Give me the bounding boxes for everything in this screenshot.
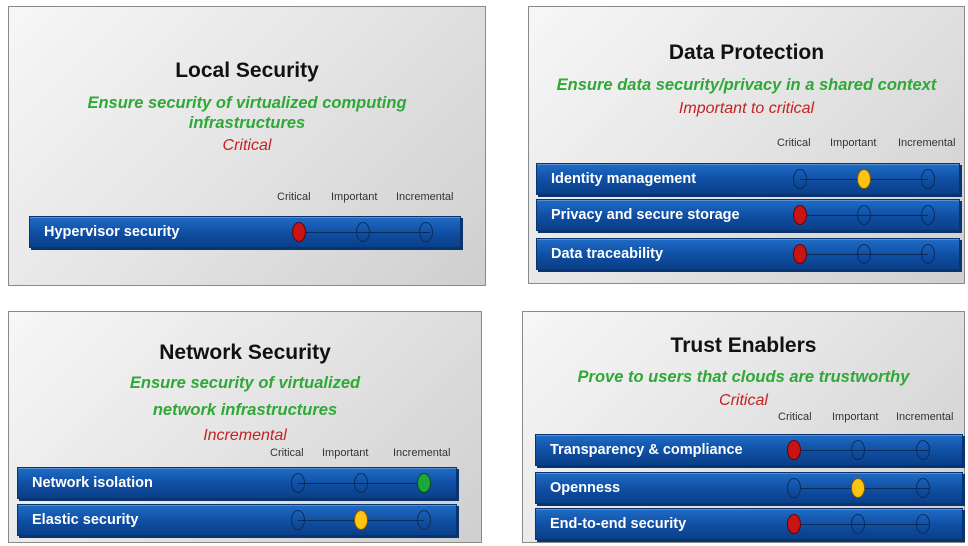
rating-dot-critical [292, 222, 306, 242]
panel-level: Important to critical [678, 100, 815, 117]
scale-critical-label: Critical [778, 411, 812, 423]
rating-dot-critical [793, 205, 807, 225]
rating-dot-important [354, 473, 368, 493]
rating-dot-important [354, 510, 368, 530]
panel-subtitle-line-1: Ensure security of virtualized [129, 374, 361, 392]
panel-subtitle-line-2: network infrastructures [152, 401, 338, 419]
rating-track [801, 450, 929, 451]
rating-dot-incremental [417, 473, 431, 493]
scale-critical-label: Critical [777, 137, 811, 149]
criterion-label: Transparency & compliance [550, 442, 743, 458]
panel-title: Local Security [175, 59, 319, 82]
rating-dot-incremental [417, 510, 431, 530]
panel-level: Critical [719, 392, 768, 409]
rating-dot-important [857, 205, 871, 225]
scale-incremental-label: Incremental [898, 137, 956, 149]
rating-dot-incremental [916, 478, 930, 498]
rating-dot-important [356, 222, 370, 242]
rating-dot-critical [787, 478, 801, 498]
criterion-label: Network isolation [32, 475, 153, 491]
criterion-label: Identity management [551, 171, 697, 187]
criterion-label: End-to-end security [550, 516, 687, 532]
rating-dot-important [857, 169, 871, 189]
rating-scale-header: Critical Important Incremental [523, 411, 966, 425]
criterion-row: End-to-end security [535, 508, 963, 540]
criterion-label: Hypervisor security [44, 224, 180, 240]
rating-dot-important [851, 440, 865, 460]
panel-title: Network Security [159, 341, 331, 364]
rating-dot-critical [787, 514, 801, 534]
criterion-row: Openness [535, 472, 963, 504]
rating-dot-incremental [921, 244, 935, 264]
criterion-label: Elastic security [32, 512, 139, 528]
criterion-label: Openness [550, 480, 621, 496]
panel-subtitle-line-1: Ensure data security/privacy in a shared… [556, 76, 937, 94]
rating-track [801, 488, 929, 489]
criterion-row: Transparency & compliance [535, 434, 963, 466]
scale-critical-label: Critical [277, 191, 311, 203]
scale-incremental-label: Incremental [396, 191, 454, 203]
panel-subtitle-line-1: Prove to users that clouds are trustwort… [577, 368, 910, 386]
rating-dot-critical [793, 244, 807, 264]
criterion-row: Elastic security [17, 504, 457, 536]
rating-dot-critical [291, 473, 305, 493]
scale-incremental-label: Incremental [393, 447, 451, 459]
panel-title: Data Protection [668, 41, 825, 64]
criterion-row: Network isolation [17, 467, 457, 499]
panel-level: Incremental [203, 427, 287, 444]
rating-dot-critical [787, 440, 801, 460]
panel-trust-enablers: Trust Enablers Prove to users that cloud… [522, 311, 965, 543]
rating-dot-critical [291, 510, 305, 530]
rating-scale-header: Critical Important Incremental [9, 191, 487, 205]
rating-dot-incremental [921, 169, 935, 189]
scale-important-label: Important [331, 191, 378, 203]
criterion-row: Data traceability [536, 238, 960, 270]
rating-dot-incremental [419, 222, 433, 242]
scale-critical-label: Critical [270, 447, 304, 459]
criterion-row: Privacy and secure storage [536, 199, 960, 231]
criterion-row: Hypervisor security [29, 216, 461, 248]
panel-data-protection: Data Protection Ensure data security/pri… [528, 6, 965, 284]
panel-title: Trust Enablers [670, 334, 817, 357]
rating-dot-incremental [916, 440, 930, 460]
scale-incremental-label: Incremental [896, 411, 954, 423]
rating-scale-header: Critical Important Incremental [529, 137, 966, 151]
rating-scale-header: Critical Important Incremental [9, 447, 483, 461]
rating-dot-important [857, 244, 871, 264]
scale-important-label: Important [830, 137, 877, 149]
rating-dot-incremental [916, 514, 930, 534]
rating-dot-incremental [921, 205, 935, 225]
criterion-row: Identity management [536, 163, 960, 195]
panel-subtitle-line-1: Ensure security of virtualized computing [87, 94, 407, 112]
panel-network-security: Network Security Ensure security of virt… [8, 311, 482, 543]
scale-important-label: Important [832, 411, 879, 423]
rating-track [801, 524, 929, 525]
rating-dot-important [851, 514, 865, 534]
rating-dot-important [851, 478, 865, 498]
criterion-label: Privacy and secure storage [551, 207, 740, 223]
criterion-label: Data traceability [551, 246, 664, 262]
scale-important-label: Important [322, 447, 369, 459]
panel-subtitle-line-2: infrastructures [188, 114, 306, 132]
panel-local-security: Local Security Ensure security of virtua… [8, 6, 486, 286]
panel-level: Critical [222, 137, 272, 154]
rating-dot-critical [793, 169, 807, 189]
